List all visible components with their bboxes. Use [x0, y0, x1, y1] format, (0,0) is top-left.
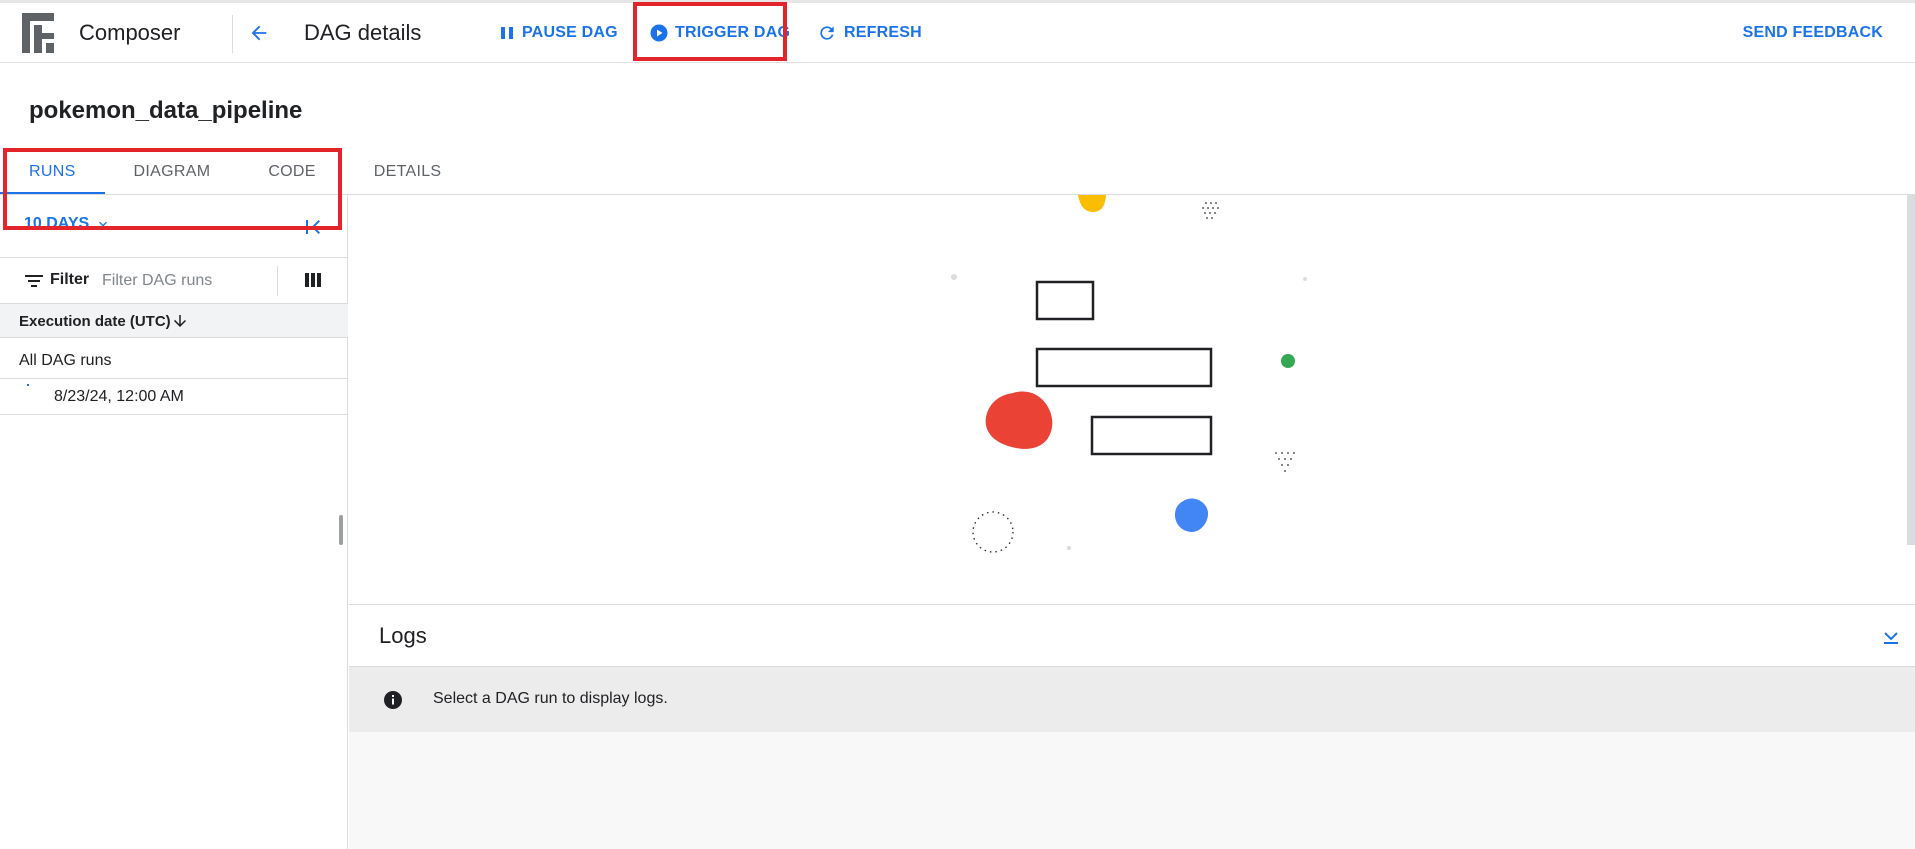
trigger-dag-label: TRIGGER DAG — [675, 24, 791, 41]
filter-bar: Filter — [0, 257, 348, 304]
refresh-button[interactable]: REFRESH — [817, 3, 922, 63]
empty-state-illustration — [349, 195, 1915, 605]
app-title: Composer — [79, 20, 181, 45]
refresh-label: REFRESH — [844, 24, 922, 41]
back-arrow-icon — [251, 25, 267, 41]
expand-more-icon[interactable] — [1881, 627, 1901, 647]
column-header[interactable]: Execution date (UTC) — [0, 304, 348, 338]
logs-empty-message: Select a DAG run to display logs. — [433, 690, 668, 707]
run-date: 8/23/24, 12:00 AM — [54, 388, 184, 405]
panel-resize-handle[interactable] — [339, 515, 343, 545]
back-button[interactable] — [245, 19, 273, 47]
logs-header: Logs — [349, 605, 1915, 667]
tab-code[interactable]: CODE — [239, 150, 344, 194]
date-range-label: 10 DAYS — [24, 215, 90, 232]
runs-panel: 10 DAYS Filter Execution date (UTC) All … — [0, 195, 348, 849]
collapse-panel-icon[interactable] — [302, 215, 326, 239]
tab-bar: RUNS DIAGRAM CODE DETAILS — [0, 150, 470, 194]
play-circle-icon — [650, 24, 668, 42]
logs-info-banner: Select a DAG run to display logs. — [349, 667, 1915, 732]
filter-icon — [25, 275, 43, 287]
app-header: Composer DAG details PAUSE DAG TRIGGER D… — [0, 3, 1915, 63]
page-title: DAG details — [304, 20, 422, 45]
send-feedback-button[interactable]: SEND FEEDBACK — [1743, 3, 1883, 63]
pause-dag-label: PAUSE DAG — [522, 24, 618, 41]
pause-icon — [501, 27, 513, 39]
logs-title: Logs — [379, 623, 427, 648]
info-icon — [384, 691, 402, 709]
trigger-dag-button[interactable]: TRIGGER DAG — [650, 3, 790, 63]
run-row-all[interactable]: All DAG runs — [0, 343, 348, 379]
send-feedback-label: SEND FEEDBACK — [1742, 24, 1883, 41]
tab-details[interactable]: DETAILS — [345, 150, 471, 194]
header-divider — [232, 15, 233, 53]
diagram-scrollbar[interactable] — [1907, 195, 1915, 545]
run-row[interactable]: 8/23/24, 12:00 AM — [0, 379, 348, 415]
pause-dag-button[interactable]: PAUSE DAG — [499, 3, 618, 63]
chevron-down-icon — [99, 221, 108, 227]
refresh-icon — [820, 26, 834, 40]
date-range-dropdown[interactable]: 10 DAYS — [24, 215, 111, 233]
dag-name: pokemon_data_pipeline — [29, 97, 303, 124]
arrow-down-icon[interactable] — [171, 311, 189, 331]
column-header-label: Execution date (UTC) — [19, 313, 171, 330]
tab-runs[interactable]: RUNS — [0, 150, 105, 194]
logo-icon — [22, 13, 54, 53]
illustration-graphic — [951, 195, 1307, 553]
logs-body — [349, 732, 1915, 849]
filter-label: Filter — [50, 271, 90, 288]
filter-divider — [277, 266, 278, 296]
run-label: All DAG runs — [19, 352, 112, 369]
columns-icon[interactable] — [304, 271, 322, 289]
run-status-dot — [27, 384, 29, 386]
tab-diagram[interactable]: DIAGRAM — [105, 150, 240, 194]
filter-input[interactable] — [102, 266, 272, 296]
